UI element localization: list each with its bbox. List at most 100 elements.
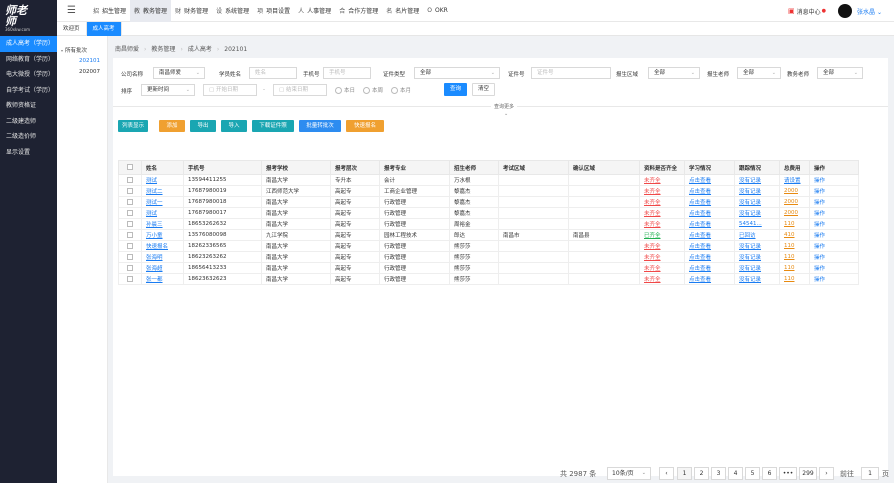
track-link[interactable]: 没有记录 (739, 189, 761, 195)
sidebar-item[interactable]: 自学考试（学历） (0, 83, 57, 99)
company-select[interactable]: 南昌师爱 ⌄ (153, 67, 205, 79)
phone-input[interactable]: 手机号 (323, 67, 371, 79)
row-checkbox[interactable] (127, 209, 133, 216)
sort-select[interactable]: 更新时间 ⌄ (141, 84, 195, 96)
study-link[interactable]: 点击查看 (689, 233, 711, 239)
docs-status-link[interactable]: 已齐全 (644, 233, 661, 239)
operate-link[interactable]: 操作 (814, 222, 825, 228)
track-link[interactable]: 没有记录 (739, 244, 761, 250)
sidebar-item[interactable]: 显示设置 (0, 145, 57, 161)
query-button[interactable]: 查询 (444, 83, 467, 96)
batch-item[interactable]: 202101 (57, 56, 107, 67)
batch-root[interactable]: ▾ 所有批次 (57, 45, 107, 56)
top-menu-item[interactable]: 教教务管理 (130, 0, 172, 22)
study-link[interactable]: 点击查看 (689, 244, 711, 250)
sidebar-item[interactable]: 电大微授（学历） (0, 67, 57, 83)
track-link[interactable]: 没有记录 (739, 178, 761, 184)
track-link[interactable]: 54541... (739, 221, 762, 227)
page-button[interactable]: 1 (677, 467, 692, 480)
docs-status-link[interactable]: 未齐全 (644, 244, 661, 250)
row-checkbox[interactable] (127, 231, 133, 238)
breadcrumb-item[interactable]: 教务管理 (151, 46, 175, 53)
top-menu-item[interactable]: 名名片管理 (382, 0, 423, 22)
fee-link[interactable]: 410 (784, 232, 795, 238)
student-name-link[interactable]: 万小童 (146, 233, 163, 239)
page-button[interactable]: 4 (728, 467, 743, 480)
user-menu[interactable]: 张水晶 ⌄ (857, 7, 882, 16)
chevron-down-icon[interactable]: ⌄ (504, 111, 508, 117)
row-checkbox[interactable] (127, 198, 133, 205)
fee-link[interactable]: 110 (784, 254, 795, 260)
docs-status-link[interactable]: 未齐全 (644, 189, 661, 195)
action-button[interactable]: 导入 (221, 120, 247, 132)
track-link[interactable]: 没有记录 (739, 266, 761, 272)
sidebar-item[interactable]: 二级造价师 (0, 129, 57, 145)
breadcrumb-item[interactable]: 南昌师爱 (115, 46, 139, 53)
prev-page-button[interactable]: ‹ (659, 467, 674, 480)
fee-link[interactable]: 2000 (784, 188, 798, 194)
fee-link[interactable]: 110 (784, 243, 795, 249)
operate-link[interactable]: 操作 (814, 200, 825, 206)
row-checkbox[interactable] (127, 187, 133, 194)
message-center[interactable]: ▣ 消息中心 ● (788, 7, 826, 16)
top-menu-item[interactable]: O OKR (423, 0, 452, 22)
study-link[interactable]: 点击查看 (689, 200, 711, 206)
fee-link[interactable]: 2000 (784, 210, 798, 216)
fee-link[interactable]: 110 (784, 276, 795, 282)
page-tab[interactable]: 欢迎页 (57, 22, 87, 36)
top-menu-item[interactable]: 人人事管理 (294, 0, 335, 22)
fee-link[interactable]: 110 (784, 265, 795, 271)
fee-link[interactable]: 2000 (784, 199, 798, 205)
action-button[interactable]: 下载证件照 (252, 120, 294, 132)
top-menu-item[interactable]: 合合作方管理 (335, 0, 382, 22)
operate-link[interactable]: 操作 (814, 211, 825, 217)
radio-week[interactable]: 本周 (363, 86, 383, 94)
page-button[interactable]: 5 (745, 467, 760, 480)
docs-status-link[interactable]: 未齐全 (644, 255, 661, 261)
docs-status-link[interactable]: 未齐全 (644, 178, 661, 184)
top-menu-item[interactable]: 项项目设置 (253, 0, 294, 22)
sidebar-item[interactable]: 成人高考（学历） (0, 36, 57, 52)
docs-status-link[interactable]: 未齐全 (644, 277, 661, 283)
top-menu-item[interactable]: 招招生管理 (89, 0, 130, 22)
student-name-link[interactable]: 测试一 (146, 200, 163, 206)
radio-today[interactable]: 本日 (335, 86, 355, 94)
docs-status-link[interactable]: 未齐全 (644, 200, 661, 206)
page-button[interactable]: 3 (711, 467, 726, 480)
student-name-link[interactable]: 测试二 (146, 189, 163, 195)
study-link[interactable]: 点击查看 (689, 178, 711, 184)
action-button[interactable]: 添加 (159, 120, 185, 132)
operate-link[interactable]: 操作 (814, 266, 825, 272)
region-select[interactable]: 全部 ⌄ (648, 67, 700, 79)
next-page-button[interactable]: › (819, 467, 834, 480)
study-link[interactable]: 点击查看 (689, 222, 711, 228)
operate-link[interactable]: 操作 (814, 255, 825, 261)
goto-page-input[interactable]: 1 (861, 467, 879, 480)
docs-status-link[interactable]: 未齐全 (644, 222, 661, 228)
student-name-link[interactable]: 孙晨三 (146, 222, 163, 228)
operate-link[interactable]: 操作 (814, 244, 825, 250)
row-checkbox[interactable] (127, 264, 133, 271)
operate-link[interactable]: 操作 (814, 178, 825, 184)
idno-input[interactable]: 证件号 (531, 67, 611, 79)
study-link[interactable]: 点击查看 (689, 266, 711, 272)
avatar[interactable] (838, 4, 853, 18)
student-name-input[interactable]: 姓名 (249, 67, 297, 79)
page-size-select[interactable]: 10条/页 ⌄ (607, 467, 651, 480)
page-button[interactable]: 2 (694, 467, 709, 480)
fee-link[interactable]: 110 (784, 221, 795, 227)
operate-link[interactable]: 操作 (814, 277, 825, 283)
student-name-link[interactable]: 张海明 (146, 255, 163, 261)
reset-button[interactable]: 清空 (472, 83, 495, 96)
query-more-toggle[interactable]: 查询更多 (491, 103, 518, 110)
study-link[interactable]: 点击查看 (689, 277, 711, 283)
track-link[interactable]: 没有记录 (739, 255, 761, 261)
row-checkbox[interactable] (127, 253, 133, 260)
action-button[interactable]: 快速报名 (346, 120, 384, 132)
track-link[interactable]: 已回访 (739, 233, 756, 239)
study-link[interactable]: 点击查看 (689, 189, 711, 195)
study-link[interactable]: 点击查看 (689, 211, 711, 217)
sidebar-item[interactable]: 二级建造师 (0, 114, 57, 130)
radio-month[interactable]: 本月 (391, 86, 411, 94)
breadcrumb-item[interactable]: 成人高考 (188, 46, 212, 53)
